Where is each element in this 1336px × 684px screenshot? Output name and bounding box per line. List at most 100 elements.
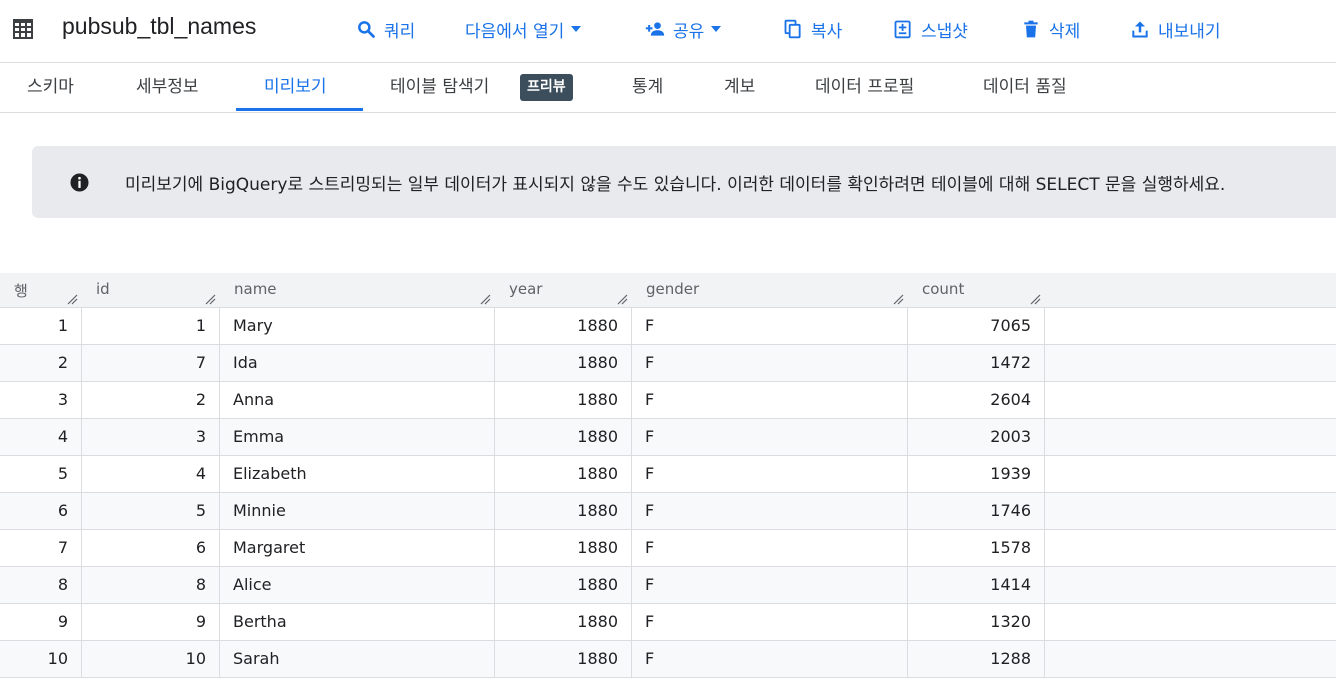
- table-row: 6 5 Minnie 1880 F 1746: [0, 493, 1336, 530]
- table-header-row: 행 id name year gender count: [0, 273, 1336, 308]
- resize-handle-icon[interactable]: [616, 293, 628, 305]
- row-number-cell: 5: [0, 456, 82, 492]
- copy-button[interactable]: 복사: [783, 16, 842, 42]
- year-cell[interactable]: 1880: [495, 567, 632, 603]
- preview-badge: 프리뷰: [520, 74, 573, 101]
- column-header-name[interactable]: name: [220, 273, 495, 307]
- id-cell[interactable]: 2: [82, 382, 220, 418]
- resize-handle-icon[interactable]: [204, 293, 216, 305]
- gender-cell[interactable]: F: [632, 493, 908, 529]
- count-cell[interactable]: 2003: [908, 419, 1045, 455]
- year-cell[interactable]: 1880: [495, 493, 632, 529]
- id-cell[interactable]: 1: [82, 308, 220, 344]
- person-add-icon: [645, 22, 665, 36]
- table-row: 3 2 Anna 1880 F 2604: [0, 382, 1336, 419]
- name-cell[interactable]: Sarah: [220, 641, 495, 677]
- tab-data-profile[interactable]: 데이터 프로필: [815, 63, 914, 112]
- tab-data-quality[interactable]: 데이터 품질: [983, 63, 1067, 112]
- table-icon: [13, 19, 33, 39]
- year-cell[interactable]: 1880: [495, 308, 632, 344]
- export-button[interactable]: 내보내기: [1130, 16, 1221, 42]
- year-cell[interactable]: 1880: [495, 382, 632, 418]
- name-cell[interactable]: Minnie: [220, 493, 495, 529]
- count-cell[interactable]: 1472: [908, 345, 1045, 381]
- name-cell[interactable]: Alice: [220, 567, 495, 603]
- delete-label: 삭제: [1049, 21, 1081, 42]
- column-header-gender[interactable]: gender: [632, 273, 908, 307]
- row-number-cell: 6: [0, 493, 82, 529]
- year-cell[interactable]: 1880: [495, 641, 632, 677]
- id-cell[interactable]: 8: [82, 567, 220, 603]
- tab-bar: 스키마 세부정보 미리보기 테이블 탐색기 통계 계보 데이터 프로필 데이터 …: [0, 63, 1336, 113]
- row-number-cell: 3: [0, 382, 82, 418]
- tab-preview[interactable]: 미리보기: [264, 63, 327, 112]
- info-icon: [70, 173, 89, 192]
- table-row: 9 9 Bertha 1880 F 1320: [0, 604, 1336, 641]
- gender-cell[interactable]: F: [632, 308, 908, 344]
- name-cell[interactable]: Margaret: [220, 530, 495, 566]
- name-cell[interactable]: Bertha: [220, 604, 495, 640]
- gender-cell[interactable]: F: [632, 530, 908, 566]
- column-header-row-number[interactable]: 행: [0, 273, 82, 307]
- share-button[interactable]: 공유: [645, 16, 722, 42]
- resize-handle-icon[interactable]: [479, 293, 491, 305]
- resize-handle-icon[interactable]: [1029, 293, 1041, 305]
- gender-cell[interactable]: F: [632, 419, 908, 455]
- id-cell[interactable]: 10: [82, 641, 220, 677]
- id-cell[interactable]: 3: [82, 419, 220, 455]
- query-button[interactable]: 쿼리: [356, 16, 415, 42]
- id-cell[interactable]: 9: [82, 604, 220, 640]
- gender-cell[interactable]: F: [632, 567, 908, 603]
- name-cell[interactable]: Mary: [220, 308, 495, 344]
- count-cell[interactable]: 7065: [908, 308, 1045, 344]
- delete-button[interactable]: 삭제: [1021, 16, 1080, 42]
- gender-cell[interactable]: F: [632, 604, 908, 640]
- name-cell[interactable]: Anna: [220, 382, 495, 418]
- year-cell[interactable]: 1880: [495, 419, 632, 455]
- tab-statistics[interactable]: 통계: [632, 63, 663, 112]
- year-cell[interactable]: 1880: [495, 604, 632, 640]
- tab-schema[interactable]: 스키마: [27, 63, 74, 112]
- column-header-count[interactable]: count: [908, 273, 1045, 307]
- id-cell[interactable]: 6: [82, 530, 220, 566]
- share-label: 공유: [673, 21, 705, 42]
- id-cell[interactable]: 7: [82, 345, 220, 381]
- column-header-id[interactable]: id: [82, 273, 220, 307]
- year-cell[interactable]: 1880: [495, 456, 632, 492]
- id-cell[interactable]: 4: [82, 456, 220, 492]
- table-row: 2 7 Ida 1880 F 1472: [0, 345, 1336, 382]
- gender-cell[interactable]: F: [632, 382, 908, 418]
- open-in-button[interactable]: 다음에서 열기: [465, 16, 582, 42]
- resize-handle-icon[interactable]: [892, 293, 904, 305]
- trash-icon: [1024, 20, 1038, 38]
- snapshot-button[interactable]: 스냅샷: [893, 16, 968, 42]
- gender-cell[interactable]: F: [632, 345, 908, 381]
- count-cell[interactable]: 1578: [908, 530, 1045, 566]
- count-cell[interactable]: 2604: [908, 382, 1045, 418]
- year-cell[interactable]: 1880: [495, 345, 632, 381]
- info-banner: 미리보기에 BigQuery로 스트리밍되는 일부 데이터가 표시되지 않을 수…: [32, 146, 1336, 218]
- row-number-cell: 2: [0, 345, 82, 381]
- name-cell[interactable]: Ida: [220, 345, 495, 381]
- copy-label: 복사: [811, 21, 843, 42]
- open-in-label: 다음에서 열기: [465, 21, 565, 42]
- column-header-year[interactable]: year: [495, 273, 632, 307]
- count-cell[interactable]: 1414: [908, 567, 1045, 603]
- tab-lineage[interactable]: 계보: [724, 63, 755, 112]
- tab-table-explorer[interactable]: 테이블 탐색기: [390, 63, 489, 112]
- count-cell[interactable]: 1320: [908, 604, 1045, 640]
- year-cell[interactable]: 1880: [495, 530, 632, 566]
- table-row: 7 6 Margaret 1880 F 1578: [0, 530, 1336, 567]
- gender-cell[interactable]: F: [632, 641, 908, 677]
- count-cell[interactable]: 1288: [908, 641, 1045, 677]
- gender-cell[interactable]: F: [632, 456, 908, 492]
- count-cell[interactable]: 1939: [908, 456, 1045, 492]
- name-cell[interactable]: Emma: [220, 419, 495, 455]
- id-cell[interactable]: 5: [82, 493, 220, 529]
- tab-details[interactable]: 세부정보: [136, 63, 199, 112]
- table-row: 5 4 Elizabeth 1880 F 1939: [0, 456, 1336, 493]
- count-cell[interactable]: 1746: [908, 493, 1045, 529]
- name-cell[interactable]: Elizabeth: [220, 456, 495, 492]
- row-number-cell: 1: [0, 308, 82, 344]
- resize-handle-icon[interactable]: [66, 293, 78, 305]
